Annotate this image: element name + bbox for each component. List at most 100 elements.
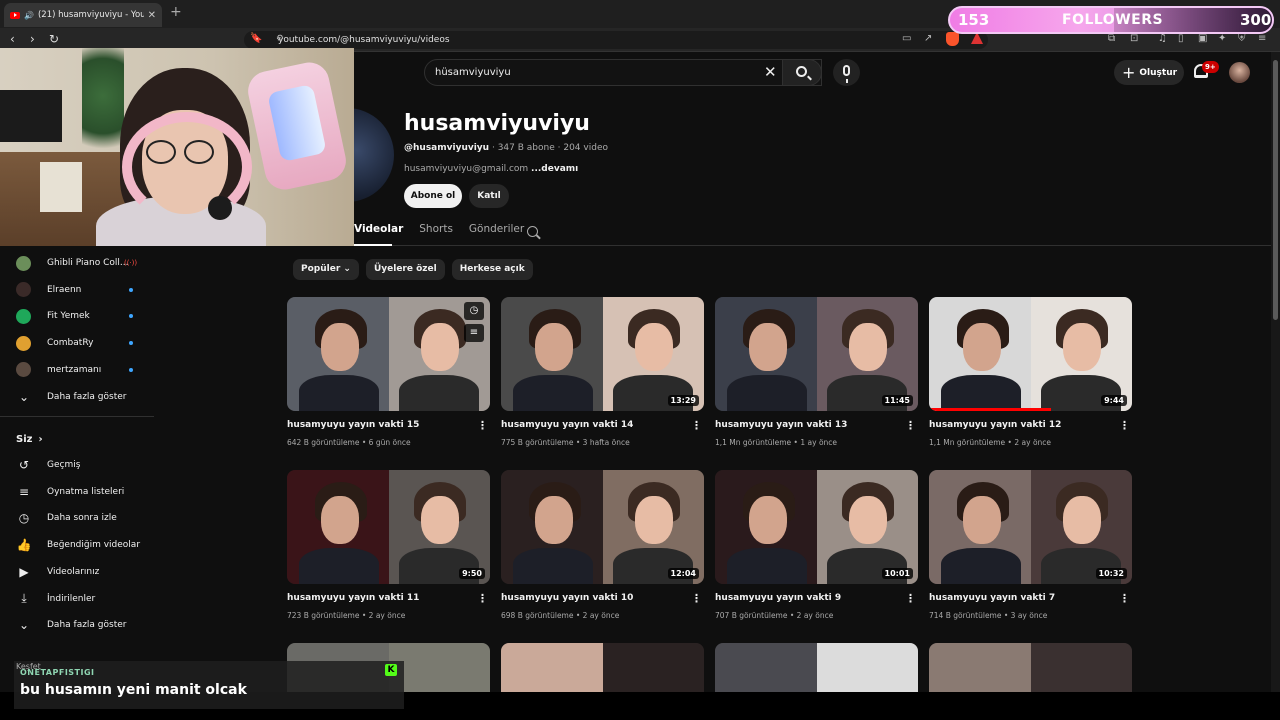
history-icon: ↺ bbox=[18, 458, 30, 472]
new-tab-icon[interactable]: + bbox=[170, 4, 182, 20]
tab-shorts[interactable]: Shorts bbox=[419, 223, 453, 247]
more-actions-icon[interactable]: ⋮ bbox=[1119, 419, 1130, 432]
channel-description[interactable]: husamviyuviyu@gmail.com ...devamı bbox=[404, 164, 578, 174]
create-button[interactable]: + Oluştur bbox=[1114, 60, 1184, 85]
video-meta: 698 B görüntüleme • 2 ay önce bbox=[501, 611, 620, 620]
video-title[interactable]: husamyuyu yayın vakti 13 bbox=[715, 420, 847, 430]
video-title[interactable]: husamyuyu yayın vakti 15 bbox=[287, 420, 419, 430]
microphone-icon bbox=[843, 65, 850, 83]
share-icon[interactable]: ↗ bbox=[924, 33, 932, 44]
site-settings-icon[interactable]: ⚙ bbox=[276, 34, 284, 44]
video-meta: 1,1 Mn görüntüleme • 1 ay önce bbox=[715, 438, 838, 447]
menu-icon[interactable]: ≡ bbox=[1258, 33, 1266, 44]
more-actions-icon[interactable]: ⋮ bbox=[905, 419, 916, 432]
media-icon[interactable]: ♫ bbox=[1158, 33, 1167, 44]
clear-search-icon[interactable]: ✕ bbox=[764, 63, 777, 81]
video-title[interactable]: husamyuyu yayın vakti 11 bbox=[287, 593, 419, 603]
chip-public[interactable]: Herkese açık bbox=[451, 259, 533, 280]
more-actions-icon[interactable]: ⋮ bbox=[691, 419, 702, 432]
url-field[interactable]: youtube.com/@husamviyuviyu/videos bbox=[244, 31, 988, 49]
sidebar-subscription[interactable]: mertzamanı bbox=[0, 357, 154, 383]
sidebar-item-playlists[interactable]: ≡ Oynatma listeleri bbox=[0, 479, 154, 505]
more-actions-icon[interactable]: ⋮ bbox=[691, 592, 702, 605]
sidebar: Ghibli Piano Coll... ((·)) Elraenn Fit Yeme… bbox=[0, 248, 160, 688]
video-thumbnail[interactable]: 9:44 bbox=[929, 297, 1132, 411]
video-thumbnail[interactable]: 11:45 bbox=[715, 297, 918, 411]
your-videos-icon: ▶ bbox=[19, 564, 29, 579]
video-title[interactable]: husamyuyu yayın vakti 12 bbox=[929, 420, 1061, 430]
scrollbar-thumb[interactable] bbox=[1273, 60, 1278, 320]
sidebar-item-label: Oynatma listeleri bbox=[47, 486, 125, 497]
cast-icon[interactable]: ▭ bbox=[902, 33, 911, 44]
sidebar-subscription[interactable]: CombatRy bbox=[0, 330, 154, 356]
sidebar-item-history[interactable]: ↺ Geçmiş bbox=[0, 452, 154, 478]
chip-members[interactable]: Üyelere özel bbox=[365, 259, 445, 280]
channel-meta: @husamviyuviyu · 347 B abone · 204 video bbox=[404, 143, 608, 153]
wallet-icon[interactable]: ▣ bbox=[1198, 33, 1207, 44]
video-thumbnail[interactable] bbox=[929, 643, 1132, 692]
forward-icon[interactable]: › bbox=[30, 32, 35, 46]
show-more-label: Daha fazla göster bbox=[47, 391, 127, 402]
sidebar-icon[interactable]: ▯ bbox=[1178, 33, 1184, 44]
extensions-icon[interactable]: ⧉ bbox=[1108, 33, 1115, 44]
screenshot-icon[interactable]: ⊡ bbox=[1130, 33, 1138, 44]
more-link[interactable]: ...devamı bbox=[531, 164, 578, 174]
live-indicator-icon: ((·)) bbox=[124, 259, 138, 267]
sidebar-subscription[interactable]: Elraenn bbox=[0, 277, 154, 303]
video-title[interactable]: husamyuyu yayın vakti 10 bbox=[501, 593, 633, 603]
chip-popular[interactable]: Popüler ⌄ bbox=[293, 259, 359, 280]
more-actions-icon[interactable]: ⋮ bbox=[905, 592, 916, 605]
video-thumbnail[interactable]: 10:01 bbox=[715, 470, 918, 584]
video-thumbnail[interactable] bbox=[715, 643, 918, 692]
video-thumbnail[interactable]: 9:50 bbox=[287, 470, 490, 584]
add-to-queue-icon[interactable]: ≡ bbox=[464, 324, 484, 342]
sidebar-subscription-label: Elraenn bbox=[47, 284, 82, 295]
more-actions-icon[interactable]: ⋮ bbox=[477, 592, 488, 605]
bookmark-icon[interactable]: 🔖 bbox=[250, 33, 262, 44]
watch-later-icon[interactable]: ◷ bbox=[464, 302, 484, 320]
followers-current: 153 bbox=[958, 11, 990, 29]
video-title[interactable]: husamyuyu yayın vakti 7 bbox=[929, 593, 1055, 603]
tab-posts[interactable]: Gönderiler bbox=[469, 223, 524, 247]
sidebar-subscription[interactable]: Ghibli Piano Coll... ((·)) bbox=[0, 250, 154, 276]
search-button[interactable] bbox=[782, 59, 822, 86]
sidebar-item-download[interactable]: ⤓ İndirilenler bbox=[0, 586, 154, 612]
sidebar-item-your-videos[interactable]: ▶ Videolarınız bbox=[0, 559, 154, 585]
account-avatar[interactable] bbox=[1229, 62, 1250, 83]
show-more-you[interactable]: ⌄ Daha fazla göster bbox=[0, 612, 154, 638]
video-title[interactable]: husamyuyu yayın vakti 9 bbox=[715, 593, 841, 603]
sidebar-item-label: Videolarınız bbox=[47, 566, 100, 577]
close-tab-icon[interactable]: ✕ bbox=[148, 10, 156, 21]
brave-shield-icon[interactable] bbox=[946, 32, 959, 46]
show-more-subscriptions[interactable]: ⌄ Daha fazla göster bbox=[0, 384, 154, 410]
vpn-icon[interactable]: ⛨ bbox=[1238, 33, 1246, 44]
more-actions-icon[interactable]: ⋮ bbox=[477, 419, 488, 432]
reload-icon[interactable]: ↻ bbox=[49, 32, 59, 46]
channel-search-icon[interactable] bbox=[527, 226, 538, 237]
sidebar-you-heading[interactable]: Siz › bbox=[0, 426, 154, 452]
leo-icon[interactable]: ✦ bbox=[1218, 33, 1226, 44]
voice-search-button[interactable] bbox=[833, 59, 860, 86]
back-icon[interactable]: ‹ bbox=[10, 32, 15, 46]
browser-tab[interactable]: 🔊 (21) husamviyuviyu - YouTube ✕ bbox=[4, 3, 162, 27]
video-thumbnail[interactable]: 12:04 bbox=[501, 470, 704, 584]
video-thumbnail[interactable]: 13:29 bbox=[501, 297, 704, 411]
search-input[interactable]: hüsamviyuviyu ✕ bbox=[424, 59, 822, 86]
join-button[interactable]: Katıl bbox=[469, 184, 509, 208]
streamer-webcam bbox=[0, 48, 354, 246]
video-thumbnail[interactable]: ◷ ≡ bbox=[287, 297, 490, 411]
speaker-icon[interactable]: 🔊 bbox=[24, 11, 34, 20]
video-thumbnail[interactable]: 10:32 bbox=[929, 470, 1132, 584]
subscribe-button[interactable]: Abone ol bbox=[404, 184, 462, 208]
more-actions-icon[interactable]: ⋮ bbox=[1119, 592, 1130, 605]
channel-avatar-icon bbox=[16, 308, 31, 324]
video-title[interactable]: husamyuyu yayın vakti 14 bbox=[501, 420, 633, 430]
like-icon: 👍 bbox=[16, 538, 32, 553]
show-more-label: Daha fazla göster bbox=[47, 620, 127, 631]
channel-avatar-icon bbox=[16, 362, 31, 378]
video-thumbnail[interactable] bbox=[501, 643, 704, 692]
sidebar-item-like[interactable]: 👍 Beğendiğim videolar bbox=[0, 532, 154, 558]
sidebar-subscription[interactable]: Fit Yemek bbox=[0, 303, 154, 329]
sidebar-item-watch-later[interactable]: ◷ Daha sonra izle bbox=[0, 505, 154, 531]
chat-message: bu husamın yeni manit olcak bbox=[20, 682, 247, 698]
